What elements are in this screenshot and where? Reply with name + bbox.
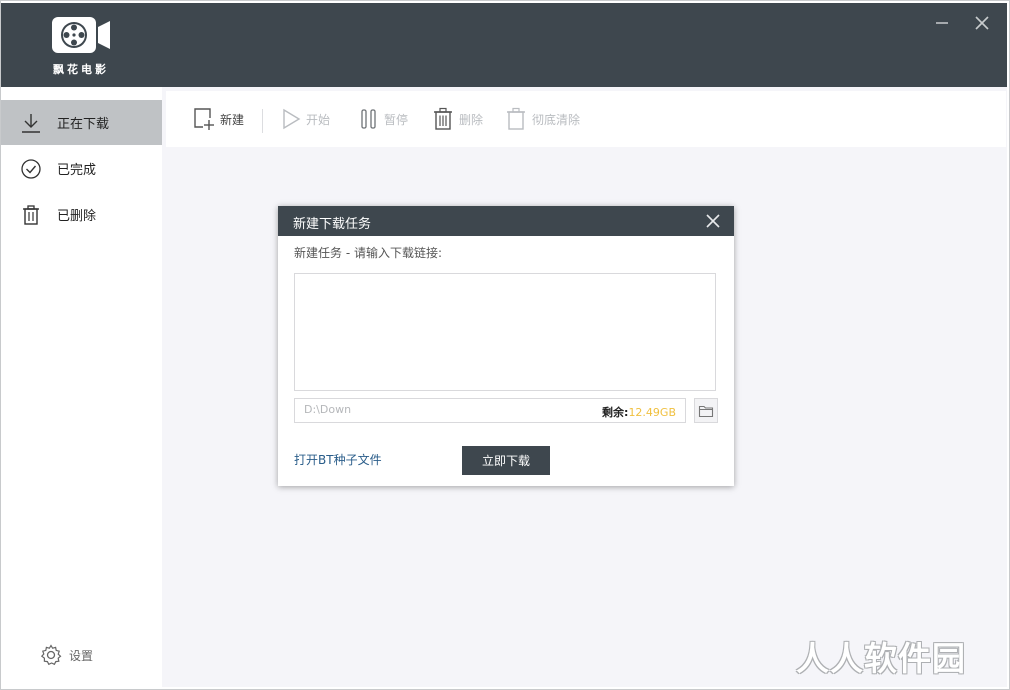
sidebar-item-label: 已删除 — [57, 209, 97, 224]
delete-label: 删除 — [459, 112, 484, 127]
sidebar-item-deleted[interactable]: 已删除 — [1, 192, 162, 237]
sidebar-item-downloading[interactable]: 正在下载 — [1, 100, 162, 145]
dialog-close-button[interactable] — [704, 212, 722, 230]
settings-label: 设置 — [69, 648, 94, 663]
open-bt-file-link[interactable]: 打开BT种子文件 — [294, 451, 382, 468]
purge-button[interactable]: 彻底清除 — [504, 91, 580, 147]
browse-folder-button[interactable] — [694, 398, 718, 423]
save-path-field: 剩余:12.49GB — [294, 398, 686, 423]
free-space-label: 剩余: — [602, 406, 629, 419]
app-logo: 飘花电影 — [45, 13, 117, 79]
trash-icon — [20, 204, 42, 226]
new-task-button[interactable]: 新建 — [192, 91, 244, 147]
watermark: 人人软件园 — [796, 639, 966, 678]
download-icon — [20, 112, 42, 134]
close-icon — [706, 214, 720, 228]
app-name: 飘花电影 — [53, 63, 109, 76]
settings-button[interactable]: 设置 — [39, 643, 93, 667]
free-space-value: 12.49GB — [628, 406, 676, 419]
minimize-button[interactable] — [930, 11, 954, 35]
new-task-label: 新建 — [220, 112, 245, 127]
pause-label: 暂停 — [384, 112, 409, 127]
check-circle-icon — [20, 158, 42, 180]
save-path-input[interactable] — [304, 403, 564, 416]
toolbar-divider — [262, 109, 263, 133]
play-icon — [283, 108, 301, 130]
sidebar-item-completed[interactable]: 已完成 — [1, 146, 162, 191]
dialog-subtitle: 新建任务 - 请输入下载链接: — [294, 246, 443, 260]
sidebar-item-label: 已完成 — [57, 163, 97, 178]
start-label: 开始 — [306, 112, 331, 127]
dialog-header: 新建下载任务 — [278, 206, 734, 236]
free-space: 剩余:12.49GB — [602, 404, 676, 420]
dialog-title: 新建下载任务 — [293, 217, 372, 232]
download-url-input[interactable] — [294, 273, 716, 391]
title-bar: 飘花电影 — [1, 3, 1007, 87]
trash-icon — [507, 107, 525, 130]
minimize-icon — [936, 22, 948, 24]
start-button[interactable]: 开始 — [280, 91, 330, 147]
download-now-button[interactable]: 立即下载 — [462, 446, 550, 475]
delete-button[interactable]: 删除 — [431, 91, 483, 147]
close-window-button[interactable] — [970, 11, 994, 35]
sidebar-item-label: 正在下载 — [57, 117, 110, 132]
pause-icon — [361, 109, 376, 129]
purge-label: 彻底清除 — [532, 112, 581, 127]
pause-button[interactable]: 暂停 — [358, 91, 408, 147]
gear-icon — [40, 644, 62, 666]
close-icon — [975, 16, 989, 30]
trash-icon — [434, 107, 452, 130]
folder-icon — [698, 405, 714, 417]
sidebar: 正在下载 已完成 已删除 设置 — [1, 87, 162, 687]
add-file-icon — [194, 108, 214, 130]
toolbar: 新建 开始 暂停 删除 彻底清除 — [166, 91, 1006, 147]
film-camera-icon — [52, 17, 110, 53]
new-download-dialog: 新建下载任务 新建任务 - 请输入下载链接: 剩余:12.49GB 打开BT种子… — [278, 206, 734, 486]
